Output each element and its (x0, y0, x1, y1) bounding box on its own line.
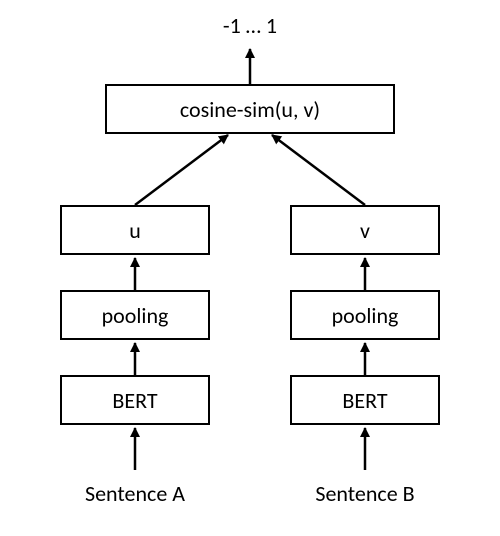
embedding-u-box: u (60, 205, 210, 255)
bert-right-box: BERT (290, 375, 440, 425)
arrows-layer (0, 0, 500, 536)
input-left-label: Sentence A (40, 478, 230, 508)
pooling-right-label: pooling (332, 302, 399, 329)
embedding-v-box: v (290, 205, 440, 255)
bert-left-label: BERT (112, 387, 157, 414)
output-range-label: -1 … 1 (0, 10, 500, 40)
pooling-left-label: pooling (102, 302, 169, 329)
bert-right-label: BERT (342, 387, 387, 414)
bert-left-box: BERT (60, 375, 210, 425)
embedding-u-label: u (129, 217, 141, 244)
diagram-stage: -1 … 1 cosine-sim(u, v) u pooling BERT S… (0, 0, 500, 536)
cosine-sim-label: cosine-sim(u, v) (180, 96, 320, 123)
cosine-sim-box: cosine-sim(u, v) (105, 84, 395, 134)
embedding-v-label: v (360, 217, 370, 244)
input-right-label: Sentence B (270, 478, 460, 508)
pooling-left-box: pooling (60, 290, 210, 340)
pooling-right-box: pooling (290, 290, 440, 340)
